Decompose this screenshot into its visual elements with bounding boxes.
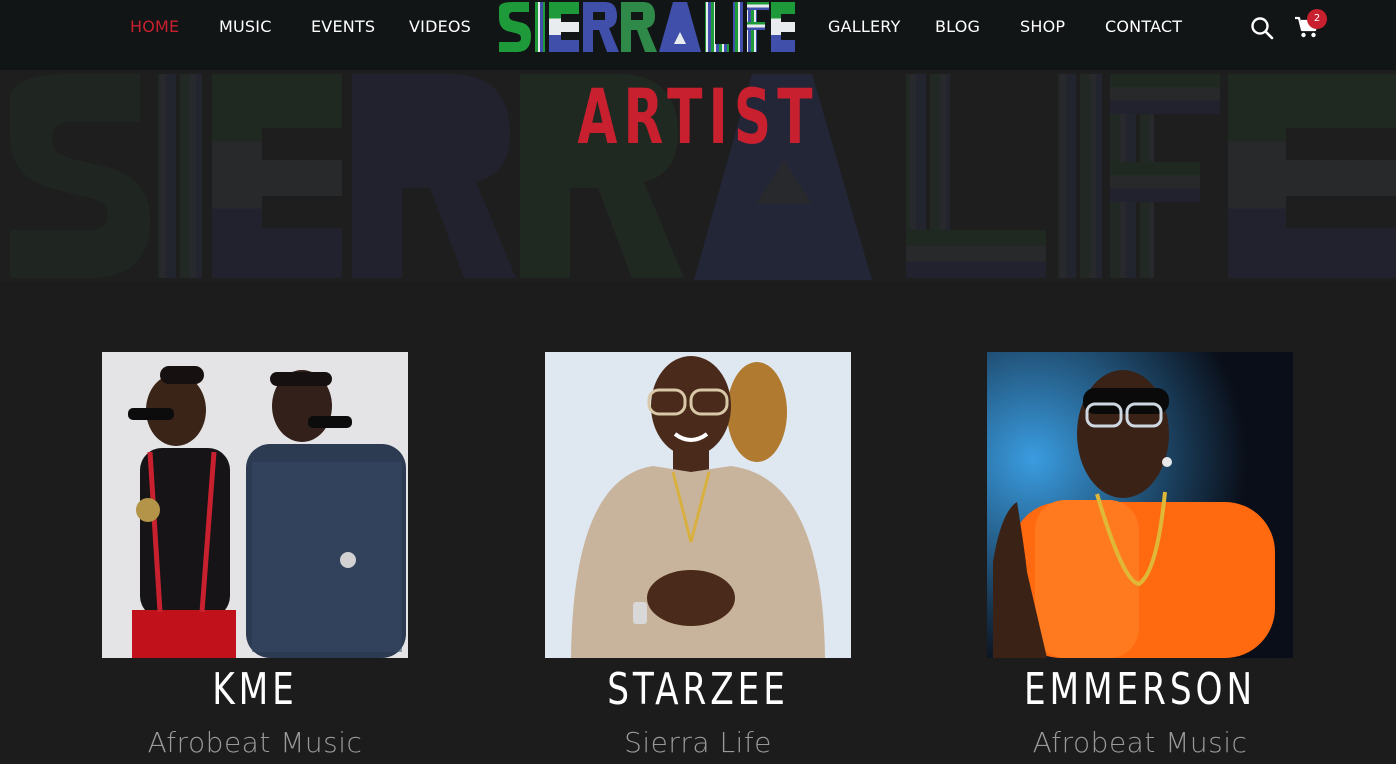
nav-link-contact[interactable]: CONTACT (1105, 17, 1182, 36)
nav-link-home[interactable]: HOME (130, 17, 179, 36)
artist-genre-starzee: Sierra Life (624, 726, 772, 759)
page-title: ARTIST (577, 72, 819, 161)
artist-photo-emmerson[interactable] (987, 352, 1293, 658)
nav-link-music[interactable]: MUSIC (219, 17, 272, 36)
nav-link-blog[interactable]: BLOG (935, 17, 980, 36)
artist-card-emmerson: EMMERSON Afrobeat Music (987, 352, 1293, 759)
cart-count-badge: 2 (1307, 9, 1327, 29)
artist-photo-kme-image (102, 352, 408, 658)
nav-link-gallery[interactable]: GALLERY (828, 17, 901, 36)
top-navbar: HOME MUSIC EVENTS VIDEOS GALLERY BLOG SH… (0, 0, 1396, 70)
artist-photo-emmerson-image (987, 352, 1293, 658)
artist-genre-kme: Afrobeat Music (147, 726, 363, 759)
nav-link-shop[interactable]: SHOP (1020, 17, 1065, 36)
sierralife-logo-graphic (499, 2, 795, 52)
artist-card-kme: KME Afrobeat Music (102, 352, 408, 759)
nav-link-videos[interactable]: VIDEOS (409, 17, 471, 36)
nav-link-events[interactable]: EVENTS (311, 17, 375, 36)
artist-card-starzee: STARZEE Sierra Life (545, 352, 851, 759)
artist-photo-kme[interactable] (102, 352, 408, 658)
artist-name-emmerson[interactable]: EMMERSON (943, 664, 1338, 715)
hero-banner: ARTIST (0, 70, 1396, 282)
artist-photo-starzee[interactable] (545, 352, 851, 658)
artist-name-starzee[interactable]: STARZEE (501, 664, 896, 715)
search-icon[interactable] (1250, 16, 1274, 40)
artist-photo-starzee-image (545, 352, 851, 658)
artist-name-kme[interactable]: KME (58, 664, 453, 715)
site-logo[interactable] (495, 0, 797, 54)
artist-genre-emmerson: Afrobeat Music (1032, 726, 1248, 759)
